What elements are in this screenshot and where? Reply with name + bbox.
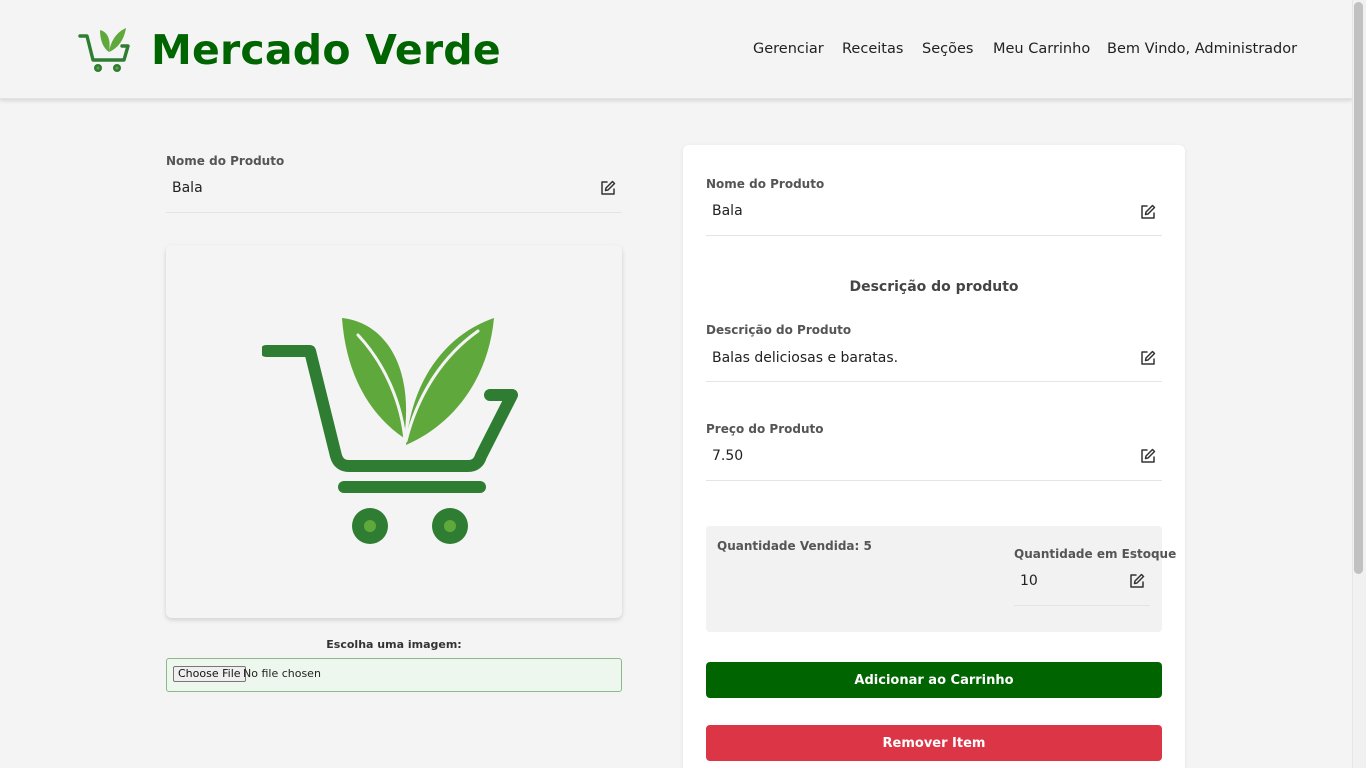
file-input-label: Escolha uma imagem: bbox=[326, 638, 462, 651]
image-file-input[interactable]: Choose File No file chosen bbox=[166, 658, 622, 692]
left-name-value: Bala bbox=[172, 180, 203, 196]
edit-icon[interactable] bbox=[1128, 572, 1146, 590]
section-title-description: Descrição do produto bbox=[849, 279, 1019, 295]
divider bbox=[706, 480, 1162, 481]
divider bbox=[1014, 605, 1150, 606]
edit-icon[interactable] bbox=[1139, 349, 1157, 367]
desc-label: Descrição do Produto bbox=[706, 323, 852, 337]
stock-label: Quantidade em Estoque bbox=[1014, 547, 1177, 561]
right-name-value: Bala bbox=[712, 203, 743, 219]
edit-icon[interactable] bbox=[1139, 447, 1157, 465]
site-header: Mercado Verde Gerenciar Receitas Seções … bbox=[0, 0, 1352, 99]
scrollbar-thumb[interactable] bbox=[1354, 2, 1363, 574]
divider bbox=[706, 235, 1162, 236]
file-status-text: No file chosen bbox=[243, 667, 321, 680]
product-image-cart-icon bbox=[262, 318, 518, 544]
desc-value: Balas deliciosas e baratas. bbox=[712, 350, 899, 366]
divider bbox=[706, 381, 1162, 382]
left-name-label: Nome do Produto bbox=[166, 154, 285, 168]
nav-secoes[interactable]: Seções bbox=[922, 40, 973, 58]
nav-receitas[interactable]: Receitas bbox=[842, 40, 903, 58]
nav-welcome-user[interactable]: Bem Vindo, Administrador bbox=[1107, 40, 1297, 58]
price-label: Preço do Produto bbox=[706, 422, 824, 436]
edit-icon[interactable] bbox=[599, 179, 617, 197]
choose-file-button[interactable]: Choose File bbox=[173, 666, 246, 682]
cart-leaf-logo-icon[interactable] bbox=[78, 26, 132, 74]
price-value: 7.50 bbox=[712, 448, 744, 464]
nav-gerenciar[interactable]: Gerenciar bbox=[753, 40, 824, 58]
right-name-label: Nome do Produto bbox=[706, 177, 825, 191]
add-to-cart-button[interactable]: Adicionar ao Carrinho bbox=[706, 662, 1162, 698]
remove-item-button[interactable]: Remover Item bbox=[706, 725, 1162, 761]
edit-icon[interactable] bbox=[1139, 203, 1157, 221]
stock-value: 10 bbox=[1020, 573, 1038, 589]
quantity-sold: Quantidade Vendida: 5 bbox=[717, 539, 872, 553]
nav-meu-carrinho[interactable]: Meu Carrinho bbox=[993, 40, 1090, 58]
brand-title[interactable]: Mercado Verde bbox=[151, 24, 501, 76]
product-image-card bbox=[166, 245, 622, 618]
divider bbox=[166, 212, 622, 213]
